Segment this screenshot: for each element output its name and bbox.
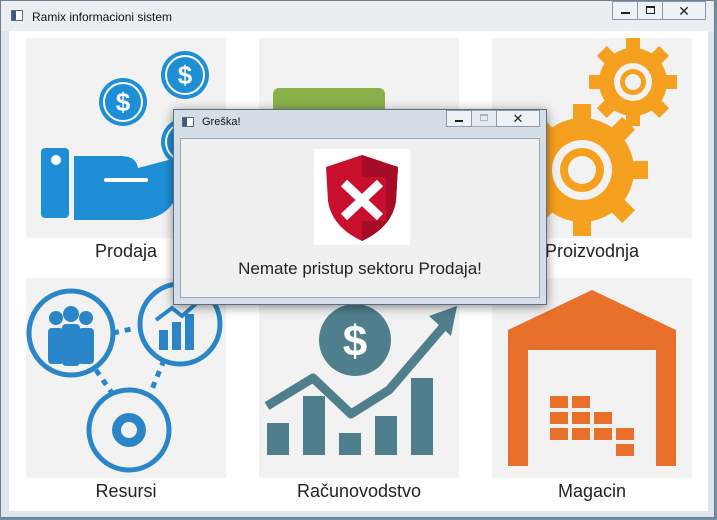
window-title: Ramix informacioni sistem [32, 10, 173, 24]
maximize-icon [646, 6, 655, 14]
title-bar[interactable]: Ramix informacioni sistem ✕ [1, 1, 714, 31]
maximize-button[interactable] [637, 1, 663, 20]
close-icon: ✕ [678, 3, 690, 19]
error-dialog: Greška! ✕ Nemate pristup sektoru Prodaja… [173, 109, 547, 305]
minimize-icon [621, 12, 630, 14]
dialog-minimize-button[interactable] [446, 110, 472, 127]
dialog-title: Greška! [202, 116, 241, 128]
dialog-app-icon [182, 117, 194, 127]
dialog-close-button[interactable]: ✕ [496, 110, 540, 127]
app-icon [11, 10, 23, 21]
minimize-button[interactable] [612, 1, 638, 20]
minimize-icon [455, 120, 463, 122]
dialog-body: Nemate pristup sektoru Prodaja! [180, 138, 540, 298]
close-icon: ✕ [512, 111, 524, 126]
maximize-icon [480, 114, 488, 121]
error-message: Nemate pristup sektoru Prodaja! [238, 259, 482, 278]
close-button[interactable]: ✕ [662, 1, 706, 20]
error-shield-icon [314, 149, 410, 245]
main-window: Ramix informacioni sistem ✕ $ $ $ Prodaj… [0, 0, 715, 518]
dialog-maximize-button [471, 110, 497, 127]
